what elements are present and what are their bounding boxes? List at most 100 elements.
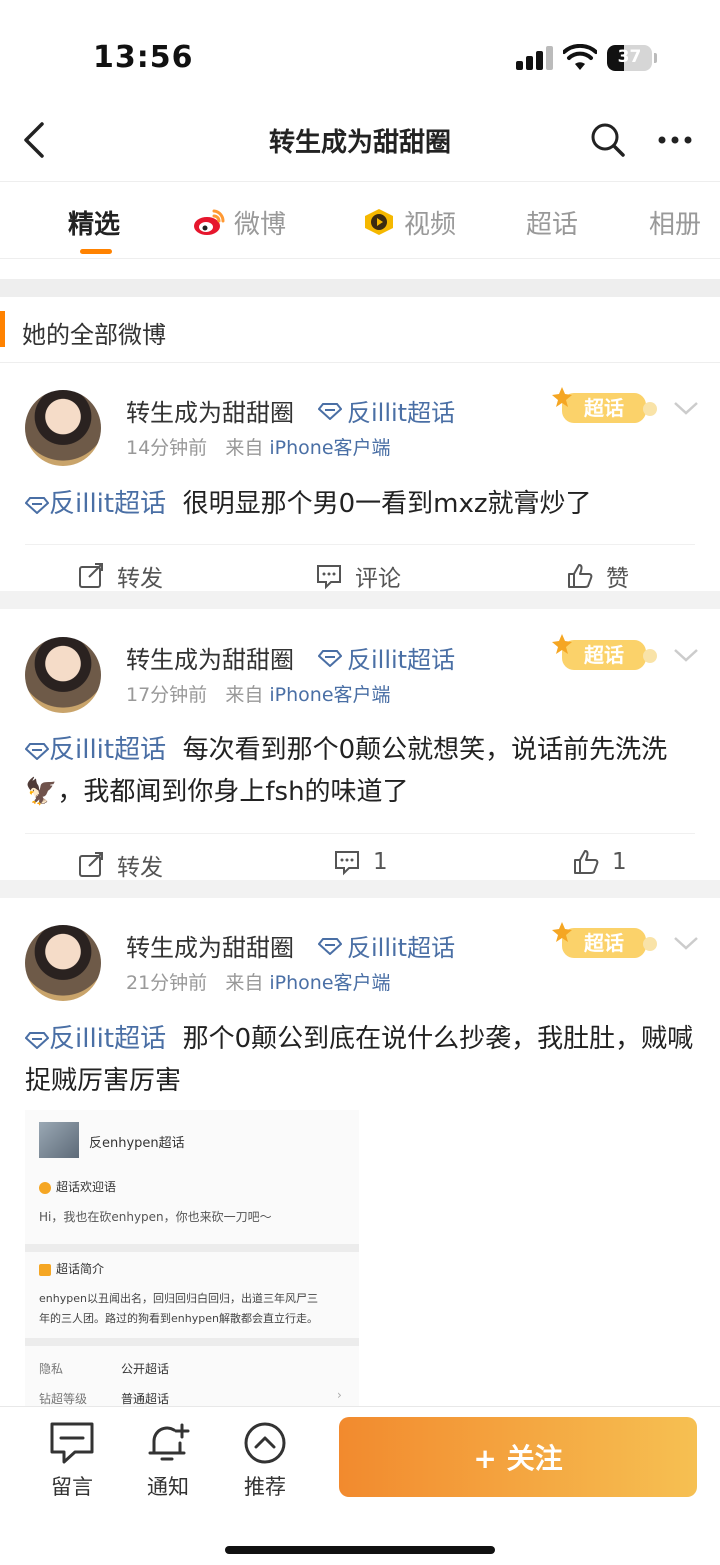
chevron-down-icon[interactable] bbox=[672, 934, 700, 952]
diamond-icon bbox=[24, 1031, 50, 1049]
tab-supertopic[interactable]: 超话 bbox=[526, 204, 578, 240]
tab-label: 相册 bbox=[649, 209, 702, 240]
video-play-icon bbox=[365, 209, 393, 235]
more-icon[interactable] bbox=[657, 128, 693, 152]
post-text: 很明显那个男0一看到mxz就膏炒了 bbox=[182, 489, 592, 519]
topic-tag-text: 反illit超话 bbox=[347, 934, 456, 962]
content-topic-link[interactable]: 反illit超话 bbox=[24, 1024, 166, 1054]
post-time: 14分钟前 bbox=[126, 437, 208, 459]
like-button[interactable]: 赞 bbox=[566, 559, 629, 593]
chevron-right-icon: › bbox=[337, 1388, 342, 1402]
tab-label: 微博 bbox=[234, 209, 287, 240]
chevron-up-circle-icon bbox=[244, 1422, 286, 1464]
follow-button[interactable]: + 关注 bbox=[339, 1417, 697, 1497]
like-count: 1 bbox=[612, 849, 627, 875]
post-source[interactable]: iPhone客户端 bbox=[269, 684, 390, 706]
status-bar: 13:56 37 bbox=[0, 0, 720, 110]
like-button[interactable]: 1 bbox=[572, 848, 627, 876]
post-card[interactable]: 转生成为甜甜圈 反illit超话 17分钟前 来自 iPhone客户端 超话 反… bbox=[0, 609, 720, 898]
topic-link[interactable]: 反illit超话 bbox=[318, 640, 455, 675]
content-topic-link[interactable]: 反illit超话 bbox=[24, 735, 167, 765]
weibo-logo-icon bbox=[194, 209, 225, 235]
tab-album[interactable]: 相册 bbox=[649, 204, 701, 240]
comment-label: 评论 bbox=[355, 566, 401, 592]
profile-tabs: 精选 微博 视频 超话 相册 bbox=[0, 181, 720, 259]
image-level-value: 普通超话 bbox=[121, 1392, 170, 1406]
tab-video[interactable]: 视频 bbox=[362, 204, 456, 240]
badge-label: 超话 bbox=[583, 643, 624, 667]
image-intro-title: 超话简介 bbox=[39, 1260, 104, 1277]
topic-link[interactable]: 反illit超话 bbox=[318, 393, 455, 428]
tab-label: 视频 bbox=[404, 209, 457, 240]
image-level-label: 钻超等级 bbox=[39, 1392, 88, 1406]
message-button[interactable]: 留言 bbox=[37, 1421, 107, 1501]
repost-button[interactable]: 转发 bbox=[77, 848, 163, 882]
supertopic-badge[interactable]: 超话 bbox=[548, 626, 660, 678]
topic-link[interactable]: 反illit超话 bbox=[318, 928, 455, 963]
supertopic-badge[interactable]: 超话 bbox=[548, 914, 660, 966]
bottom-action-bar: 留言 通知 推荐 + 关注 bbox=[0, 1406, 720, 1565]
signal-icon bbox=[516, 46, 554, 70]
image-intro-line-1: enhypen以丑闻出名，回归回归白回归，出道三年风尸三 bbox=[39, 1292, 318, 1305]
content-topic-text: 反illit超话 bbox=[49, 489, 167, 519]
supertopic-thumbnail bbox=[39, 1122, 79, 1158]
post-card[interactable]: 转生成为甜甜圈 反illit超话 14分钟前 来自 iPhone客户端 超话 反… bbox=[0, 363, 720, 609]
post-content: 反illit超话 那个0颠公到底在说什么抄袭，我肚肚，贼喊捉贼厉害厉害 bbox=[24, 1018, 695, 1102]
thumbs-up-icon bbox=[568, 564, 593, 588]
notify-label: 通知 bbox=[147, 1475, 189, 1499]
comment-button[interactable]: 评论 bbox=[315, 559, 401, 593]
supertopic-badge[interactable]: 超话 bbox=[548, 379, 660, 431]
tab-label: 精选 bbox=[68, 209, 121, 240]
post-image[interactable]: 反enhypen超话 超话欢迎语 Hi，我也在砍enhypen，你也来砍一刀吧～… bbox=[25, 1110, 359, 1410]
image-intro-line-2: 年的三人团。路过的狗看到enhypen解散都会直立行走。 bbox=[39, 1312, 318, 1325]
battery-icon: 37 bbox=[607, 45, 657, 71]
section-title: 她的全部微博 bbox=[22, 321, 166, 349]
post-source[interactable]: iPhone客户端 bbox=[269, 437, 390, 459]
welcome-title-text: 超话欢迎语 bbox=[56, 1180, 117, 1194]
source-label: 来自 bbox=[225, 972, 264, 994]
message-label: 留言 bbox=[51, 1475, 93, 1499]
thumbs-up-icon bbox=[574, 850, 599, 874]
author-name[interactable]: 转生成为甜甜圈 bbox=[126, 640, 294, 675]
avatar[interactable] bbox=[25, 390, 101, 466]
author-name[interactable]: 转生成为甜甜圈 bbox=[126, 928, 294, 963]
author-name[interactable]: 转生成为甜甜圈 bbox=[126, 393, 294, 428]
avatar[interactable] bbox=[25, 637, 101, 713]
share-icon bbox=[79, 852, 103, 877]
note-icon bbox=[39, 1263, 51, 1276]
repost-label: 转发 bbox=[117, 855, 163, 881]
post-time: 17分钟前 bbox=[126, 684, 208, 706]
diamond-icon bbox=[318, 402, 342, 420]
post-actions: 转发 1 1 bbox=[25, 833, 695, 897]
post-actions: 转发 评论 赞 bbox=[25, 544, 695, 608]
image-privacy-value: 公开超话 bbox=[121, 1362, 170, 1376]
comment-icon bbox=[317, 565, 341, 590]
content-topic-link[interactable]: 反illit超话 bbox=[24, 489, 167, 519]
section-divider bbox=[0, 279, 720, 297]
nav-bar: 转生成为甜甜圈 bbox=[0, 100, 720, 180]
recommend-button[interactable]: 推荐 bbox=[230, 1421, 300, 1501]
badge-label: 超话 bbox=[583, 931, 624, 955]
chevron-down-icon[interactable] bbox=[672, 646, 700, 664]
intro-title-text: 超话简介 bbox=[56, 1262, 105, 1276]
hi-icon bbox=[39, 1181, 51, 1194]
image-welcome-title: 超话欢迎语 bbox=[39, 1178, 116, 1195]
battery-level: 37 bbox=[617, 47, 642, 67]
notify-button[interactable]: 通知 bbox=[133, 1421, 203, 1501]
content-topic-text: 反illit超话 bbox=[49, 735, 167, 765]
post-source[interactable]: iPhone客户端 bbox=[269, 972, 390, 994]
image-privacy-label: 隐私 bbox=[39, 1362, 64, 1376]
chevron-down-icon[interactable] bbox=[672, 399, 700, 417]
comment-button[interactable]: 1 bbox=[333, 848, 388, 876]
tab-featured[interactable]: 精选 bbox=[68, 204, 120, 240]
image-divider bbox=[25, 1338, 359, 1346]
comment-count: 1 bbox=[373, 849, 388, 875]
post-meta: 14分钟前 来自 iPhone客户端 bbox=[126, 433, 391, 460]
search-icon[interactable] bbox=[590, 122, 626, 158]
repost-button[interactable]: 转发 bbox=[77, 559, 163, 593]
tab-weibo[interactable]: 微博 bbox=[192, 204, 286, 240]
avatar[interactable] bbox=[25, 925, 101, 1001]
image-divider bbox=[25, 1244, 359, 1252]
source-label: 来自 bbox=[225, 684, 264, 706]
comment-icon bbox=[335, 851, 359, 876]
